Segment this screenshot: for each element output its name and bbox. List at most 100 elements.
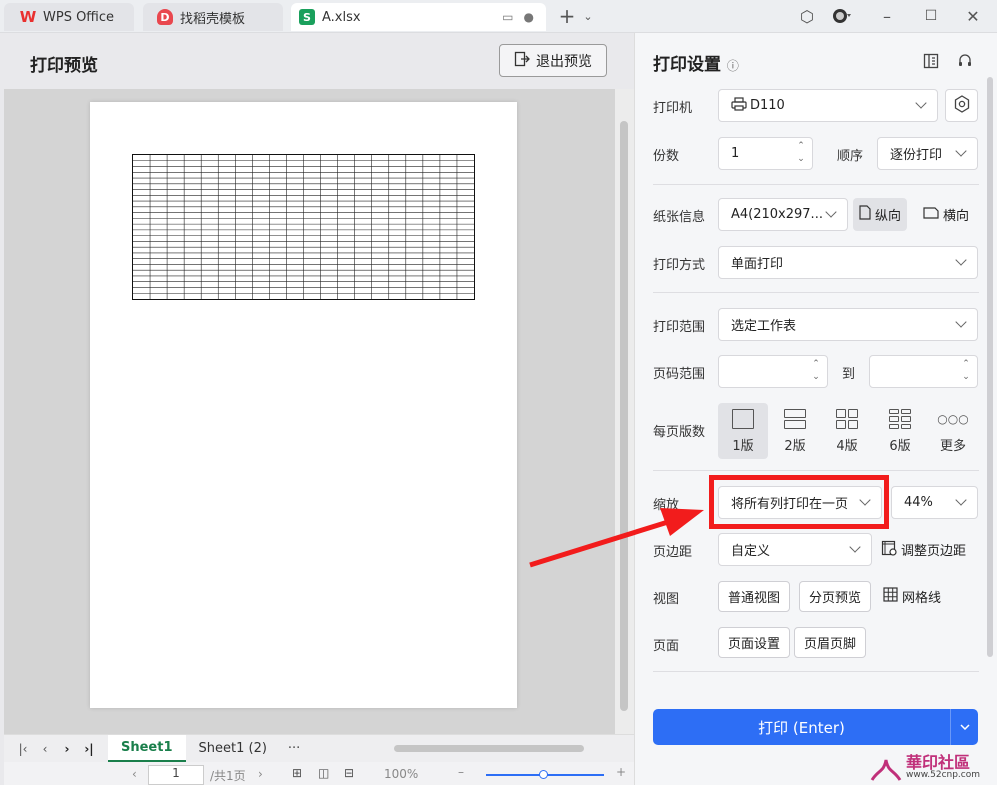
chevron-down-icon [955, 316, 967, 328]
headset-icon[interactable] [955, 51, 975, 71]
last-sheet-icon[interactable]: ›| [78, 742, 100, 756]
page-setup-button[interactable]: 页面设置 [718, 627, 791, 658]
printer-select[interactable]: D110 [718, 89, 938, 122]
close-icon[interactable]: ✕ [962, 4, 984, 28]
layout-4-option[interactable]: 4版 [822, 403, 872, 459]
horizontal-scrollbar[interactable] [394, 745, 584, 752]
stepper-arrows-icon[interactable]: ⌃ ⌄ [811, 358, 821, 384]
zoom-percent-select[interactable]: 44% [891, 486, 978, 519]
next-page-icon[interactable]: › [258, 767, 263, 781]
sheet-tab-active[interactable]: Sheet1 [108, 735, 186, 762]
chevron-down-icon[interactable]: ⌄ [580, 4, 596, 28]
vertical-scrollbar[interactable] [615, 89, 634, 734]
paper-select[interactable]: A4(210x297... [718, 198, 848, 231]
prev-sheet-icon[interactable]: ‹ [34, 742, 56, 756]
zoom-in-icon[interactable]: + [616, 765, 626, 779]
landscape-label: 横向 [943, 209, 970, 224]
tab-wps-office[interactable]: W WPS Office [4, 3, 134, 31]
page-input[interactable]: 1 [148, 765, 204, 785]
chevron-down-icon [825, 206, 837, 218]
print-method-select[interactable]: 单面打印 [718, 246, 978, 279]
exit-preview-button[interactable]: 退出预览 [499, 44, 607, 77]
break-view-icon[interactable]: ⊟ [344, 766, 354, 780]
exit-preview-label: 退出预览 [536, 53, 592, 70]
layout-2-option[interactable]: 2版 [770, 403, 820, 459]
cube-icon[interactable]: ⬡ [796, 4, 818, 28]
printer-icon [731, 96, 747, 115]
new-tab-button[interactable]: + [556, 4, 578, 28]
normal-view-button[interactable]: 普通视图 [718, 581, 791, 612]
more-sheets-button[interactable]: ··· [280, 741, 308, 756]
stepper-arrows-icon[interactable]: ⌃ ⌄ [796, 140, 806, 166]
zoom-out-icon[interactable]: – [458, 765, 464, 779]
copies-label: 份数 [653, 149, 680, 164]
normal-view-icon[interactable]: ⊞ [292, 766, 302, 780]
spreadsheet-grid-preview [132, 154, 475, 300]
order-select[interactable]: 逐份打印 [877, 137, 978, 170]
layout-6-icon [889, 409, 911, 429]
page-range-label: 页码范围 [653, 367, 706, 382]
tab-label: WPS Office [43, 9, 115, 25]
print-range-value: 选定工作表 [731, 319, 797, 334]
zoom-level: 100% [384, 767, 419, 781]
margin-select[interactable]: 自定义 [718, 533, 872, 566]
monitor-icon[interactable]: ▭ [502, 10, 513, 24]
prev-page-icon[interactable]: ‹ [132, 767, 137, 781]
layout-2-label: 2版 [784, 439, 806, 454]
preview-header: 打印预览 退出预览 [4, 33, 634, 89]
page-range-from-input[interactable]: ⌃ ⌄ [718, 355, 828, 388]
preview-canvas[interactable] [4, 89, 615, 734]
adjust-margin-button[interactable]: 调整页边距 [881, 533, 966, 566]
settings-scrollbar[interactable] [987, 77, 993, 657]
zoom-label: 缩放 [653, 498, 680, 513]
tab-templates[interactable]: D 找稻壳模板 [143, 3, 283, 31]
page-label: 页面 [653, 639, 680, 654]
grid-icon [883, 587, 898, 606]
page-range-to-input[interactable]: ⌃ ⌄ [869, 355, 978, 388]
layout-view-icon[interactable]: ◫ [318, 766, 329, 780]
layout-6-option[interactable]: 6版 [875, 403, 925, 459]
minimize-icon[interactable]: – [876, 4, 898, 28]
adjust-margin-label: 调整页边距 [901, 544, 967, 559]
portrait-label: 纵向 [875, 209, 902, 224]
pages-per-sheet-label: 每页版数 [653, 425, 706, 440]
copies-stepper[interactable]: 1 ⌃ ⌄ [718, 137, 813, 170]
first-sheet-icon[interactable]: |‹ [12, 742, 34, 756]
header-footer-button[interactable]: 页眉页脚 [794, 627, 867, 658]
layout-1-option[interactable]: 1版 [718, 403, 768, 459]
sheet-tab[interactable]: Sheet1 (2) [186, 741, 280, 756]
print-button[interactable]: 打印 (Enter) [653, 709, 978, 745]
portrait-toggle[interactable]: 纵向 [853, 198, 908, 231]
landscape-toggle[interactable]: 横向 [917, 198, 975, 231]
stepper-arrows-icon[interactable]: ⌃ ⌄ [961, 358, 971, 384]
printer-properties-button[interactable] [945, 89, 978, 122]
docer-logo-icon: D [157, 9, 173, 25]
chevron-down-icon [955, 145, 967, 157]
gridlines-toggle[interactable]: 网格线 [883, 580, 941, 613]
maximize-icon[interactable]: ☐ [920, 4, 942, 28]
print-options-dropdown[interactable] [950, 709, 978, 745]
tab-file[interactable]: S A.xlsx ▭ ● [291, 3, 546, 31]
layout-1-icon [732, 409, 754, 429]
print-range-select[interactable]: 选定工作表 [718, 308, 978, 341]
print-method-label: 打印方式 [653, 258, 706, 273]
divider [653, 671, 979, 672]
landscape-page-icon [923, 206, 939, 223]
next-sheet-icon[interactable]: › [56, 742, 78, 756]
panel-layout-icon[interactable] [921, 51, 941, 71]
zoom-percent-value: 44% [904, 495, 933, 510]
view-label: 视图 [653, 592, 680, 607]
tab-bar: W WPS Office D 找稻壳模板 S A.xlsx ▭ ● + ⌄ ⬡ … [0, 0, 997, 33]
divider [653, 292, 979, 293]
zoom-slider-handle[interactable] [539, 770, 548, 779]
more-dots-icon: ○○○ [937, 412, 969, 426]
layout-4-label: 4版 [836, 439, 858, 454]
page-break-preview-button[interactable]: 分页预览 [799, 581, 872, 612]
help-icon[interactable]: ⓘ [723, 59, 739, 73]
gridlines-label: 网格线 [902, 591, 942, 606]
scroll-thumb[interactable] [620, 121, 628, 711]
layout-more-option[interactable]: ○○○ 更多 [928, 403, 978, 459]
dot-icon[interactable]: ● [524, 10, 534, 24]
avatar[interactable] [830, 4, 856, 28]
paper-page [90, 102, 517, 708]
